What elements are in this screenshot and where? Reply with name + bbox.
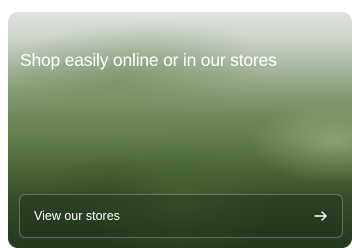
view-stores-label: View our stores <box>34 209 120 223</box>
view-stores-button[interactable]: View our stores <box>19 194 343 238</box>
arrow-right-icon <box>314 211 327 221</box>
promo-card: Shop easily online or in our stores View… <box>8 12 352 248</box>
promo-headline: Shop easily online or in our stores <box>20 50 277 70</box>
